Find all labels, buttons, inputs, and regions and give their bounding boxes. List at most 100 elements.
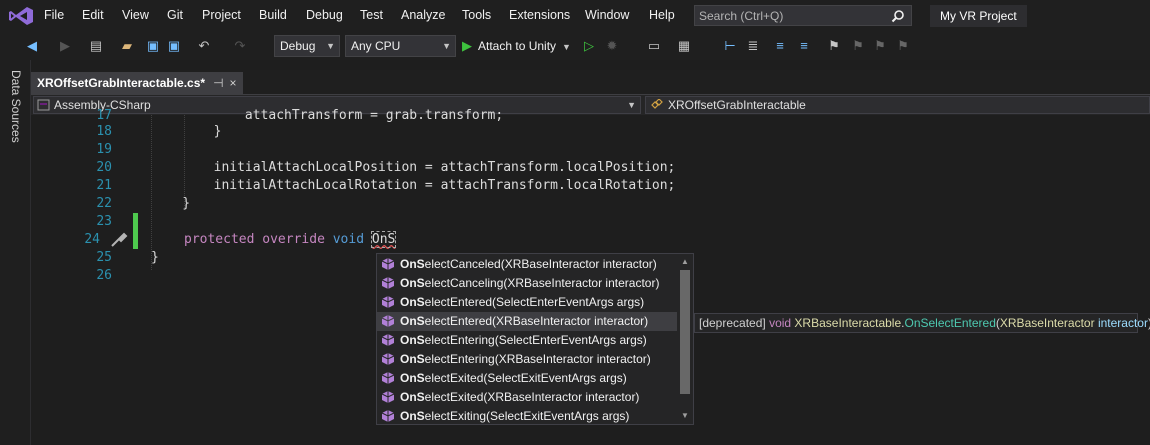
search-icon[interactable] [891, 9, 905, 23]
start-without-debugging-icon[interactable]: ▷ [581, 38, 597, 54]
layout-icon[interactable]: ▦ [676, 38, 692, 54]
data-sources-tab[interactable]: Data Sources [9, 70, 23, 143]
tab-xroffsetgrabinteractable[interactable]: XROffsetGrabInteractable.cs* ⊣ × [31, 72, 243, 94]
scroll-down-icon[interactable]: ▼ [681, 411, 689, 420]
line-number: 20 [96, 160, 112, 175]
completion-item[interactable]: OnSelectExiting(SelectExitEventArgs args… [377, 407, 677, 426]
line-number: 17 [96, 108, 112, 123]
class-dropdown[interactable]: XROffsetGrabInteractable [645, 96, 1150, 114]
line-number: 22 [96, 196, 112, 211]
prev-bookmark-icon[interactable]: ⚑ [850, 38, 866, 54]
class-icon [651, 99, 663, 109]
line-number: 24 [84, 232, 100, 247]
menu-project[interactable]: Project [202, 8, 241, 22]
deprecated-label: [deprecated] [699, 316, 766, 330]
method-icon [381, 258, 395, 270]
completion-item[interactable]: OnSelectEntering(XRBaseInteractor intera… [377, 350, 677, 369]
hot-reload-icon[interactable]: ✹ [604, 38, 620, 54]
scroll-up-icon[interactable]: ▲ [681, 257, 689, 266]
line-number: 18 [96, 124, 112, 139]
menu-debug[interactable]: Debug [306, 8, 343, 22]
completion-item[interactable]: OnSelectExited(SelectExitEventArgs args) [377, 369, 677, 388]
change-indicator [133, 213, 138, 249]
pin-icon[interactable]: ⊣ [213, 76, 223, 90]
platform-value: Any CPU [351, 39, 401, 53]
line-number: 23 [96, 214, 112, 229]
menu-view[interactable]: View [122, 8, 149, 22]
browse-folder-icon[interactable]: ▭ [646, 38, 662, 54]
new-project-icon[interactable]: ▤ [88, 38, 104, 54]
code-line: initialAttachLocalPosition = attachTrans… [151, 160, 676, 175]
line-number: 26 [96, 268, 112, 283]
completion-item-selected[interactable]: OnSelectEntered(XRBaseInteractor interac… [377, 312, 677, 331]
solution-name: My VR Project [930, 5, 1027, 27]
keyword: override [262, 232, 325, 247]
method-icon [381, 315, 395, 327]
line-number: 21 [96, 178, 112, 193]
keyword: void [332, 232, 365, 247]
menu-tools[interactable]: Tools [462, 8, 491, 22]
open-folder-icon[interactable]: ▰ [119, 38, 135, 54]
list-icon[interactable]: ≣ [745, 38, 761, 54]
completion-item[interactable]: OnSelectExited(XRBaseInteractor interact… [377, 388, 677, 407]
bookmark-icon[interactable]: ⚑ [826, 38, 842, 54]
method-icon [381, 353, 395, 365]
completion-item[interactable]: OnSelectEntering(SelectEnterEventArgs ar… [377, 331, 677, 350]
menu-extensions[interactable]: Extensions [509, 8, 570, 22]
back-icon[interactable]: ◀ [24, 38, 40, 54]
quickinfo-tooltip: [deprecated] void XRBaseInteractable.OnS… [694, 313, 1150, 333]
csharp-project-icon [37, 99, 50, 111]
clear-bookmarks-icon[interactable]: ⚑ [895, 38, 911, 54]
chevron-down-icon: ▼ [627, 100, 636, 110]
chevron-down-icon: ▼ [326, 41, 335, 51]
tab-label: XROffsetGrabInteractable.cs* [37, 76, 206, 90]
code-line: attachTransform = grab.transform; [151, 108, 504, 123]
line-number: 25 [96, 250, 112, 265]
quick-actions-screwdriver-icon[interactable] [110, 232, 128, 248]
method-icon [381, 334, 395, 346]
method-icon [381, 296, 395, 308]
menu-file[interactable]: File [44, 8, 64, 22]
menu-build[interactable]: Build [259, 8, 287, 22]
intellisense-completion-list[interactable]: OnSelectCanceled(XRBaseInteractor intera… [376, 253, 694, 425]
menu-edit[interactable]: Edit [82, 8, 104, 22]
close-icon[interactable]: × [230, 76, 237, 90]
platform-dropdown[interactable]: Any CPU ▼ [345, 35, 456, 57]
step-icon[interactable]: ⊢ [722, 38, 738, 54]
menu-test[interactable]: Test [360, 8, 383, 22]
completion-item[interactable]: OnSelectEntered(SelectEnterEventArgs arg… [377, 293, 677, 312]
redo-icon[interactable]: ↷ [232, 38, 248, 54]
search-input[interactable]: Search (Ctrl+Q) [694, 5, 912, 26]
keyword: protected [184, 232, 255, 247]
code-line: } [151, 124, 222, 139]
code-line: } [151, 196, 191, 211]
code-line: } [151, 250, 159, 265]
completion-item[interactable]: OnSelectCanceled(XRBaseInteractor intera… [377, 255, 677, 274]
method-icon [381, 277, 395, 289]
attach-to-unity-button[interactable]: ▶ Attach to Unity ▼ [462, 35, 571, 57]
uncomment-icon[interactable]: ≡ [796, 38, 812, 54]
configuration-dropdown[interactable]: Debug ▼ [274, 35, 340, 57]
completion-item[interactable]: OnSelectCanceling(XRBaseInteractor inter… [377, 274, 677, 293]
menu-git[interactable]: Git [167, 8, 183, 22]
method-icon [381, 372, 395, 384]
next-bookmark-icon[interactable]: ⚑ [872, 38, 888, 54]
save-all-icon[interactable]: ▣ [166, 38, 182, 54]
comment-icon[interactable]: ≡ [772, 38, 788, 54]
forward-icon[interactable]: ▶ [57, 38, 73, 54]
menu-help[interactable]: Help [649, 8, 675, 22]
play-icon: ▶ [462, 38, 472, 53]
undo-icon[interactable]: ↶ [196, 38, 212, 54]
class-name: XROffsetGrabInteractable [668, 98, 806, 112]
param-name: interactor [1097, 316, 1148, 330]
code-line: initialAttachLocalRotation = attachTrans… [151, 178, 676, 193]
menu-analyze[interactable]: Analyze [401, 8, 445, 22]
chevron-down-icon: ▼ [562, 42, 571, 52]
save-icon[interactable]: ▣ [145, 38, 161, 54]
code-line-current: protected override void OnS [184, 231, 397, 248]
scrollbar-thumb[interactable] [680, 270, 690, 394]
param-type: XRBaseInteractor [999, 316, 1095, 330]
configuration-value: Debug [280, 39, 316, 53]
menu-window[interactable]: Window [585, 8, 629, 22]
visual-studio-logo[interactable] [8, 6, 34, 26]
